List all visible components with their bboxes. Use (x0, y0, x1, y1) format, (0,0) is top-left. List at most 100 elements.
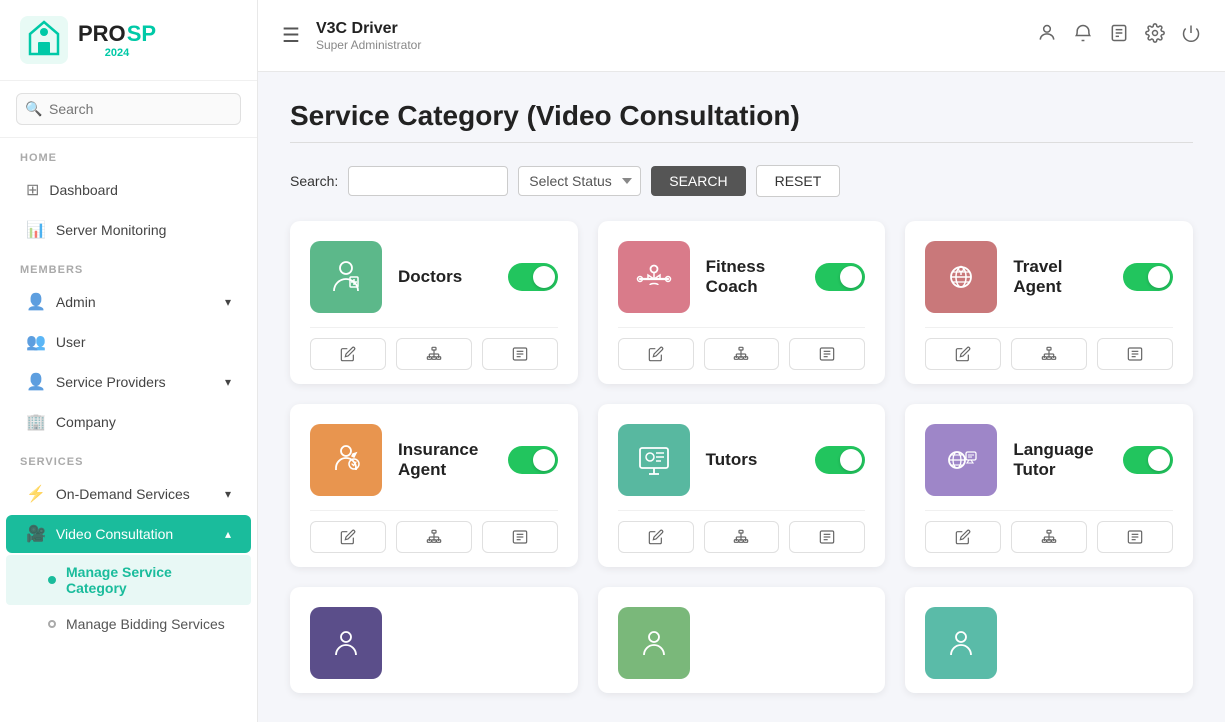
tutors-edit-btn[interactable] (618, 521, 694, 553)
user-profile-icon[interactable] (1037, 23, 1057, 48)
fitness-hierarchy-btn[interactable] (704, 338, 780, 370)
menu-icon[interactable]: ☰ (282, 23, 300, 48)
logo-pro: PRO (78, 21, 126, 47)
insurance-toggle-track (508, 446, 558, 474)
travel-icon-wrap (925, 241, 997, 313)
travel-toggle[interactable] (1123, 263, 1173, 291)
tutors-toggle-track (815, 446, 865, 474)
admin-chevron-icon: ▾ (225, 295, 231, 309)
sidebar-item-admin-label: Admin (56, 294, 96, 310)
card9-icon-wrap (925, 607, 997, 679)
fitness-toggle-knob (840, 266, 862, 288)
settings-icon[interactable] (1145, 23, 1165, 48)
insurance-toggle[interactable] (508, 446, 558, 474)
on-demand-chevron-icon: ▾ (225, 487, 231, 501)
reset-button[interactable]: RESET (756, 165, 841, 197)
card8-icon (634, 623, 674, 663)
sidebar-item-user[interactable]: 👥 User (6, 323, 251, 361)
language-icon-wrap (925, 424, 997, 496)
language-list-btn[interactable] (1097, 521, 1173, 553)
search-input[interactable] (348, 166, 508, 196)
fitness-toggle[interactable] (815, 263, 865, 291)
power-icon[interactable] (1181, 23, 1201, 48)
sidebar-item-admin[interactable]: 👤 Admin ▾ (6, 283, 251, 321)
sidebar-item-service-providers[interactable]: 👤 Service Providers ▾ (6, 363, 251, 401)
language-toggle-knob (1148, 449, 1170, 471)
video-chevron-icon: ▴ (225, 527, 231, 541)
insurance-list-btn[interactable] (482, 521, 558, 553)
logo-icon (20, 16, 68, 64)
card-tutors: Tutors (598, 404, 886, 567)
sidebar-item-company[interactable]: 🏢 Company (6, 403, 251, 441)
logo: PRO SP 2024 (0, 0, 257, 81)
tutors-icon (634, 440, 674, 480)
doctors-list-btn[interactable] (482, 338, 558, 370)
travel-edit-btn[interactable] (925, 338, 1001, 370)
sidebar-item-server-label: Server Monitoring (56, 222, 167, 238)
server-monitoring-icon: 📊 (26, 220, 46, 240)
insurance-icon (326, 440, 366, 480)
doctors-toggle[interactable] (508, 263, 558, 291)
card-language-top: Language Tutor (925, 424, 1173, 496)
notes-icon[interactable] (1109, 23, 1129, 48)
admin-icon: 👤 (26, 292, 46, 312)
insurance-hierarchy-btn[interactable] (396, 521, 472, 553)
sidebar-sub-manage-service-category[interactable]: Manage Service Category (6, 555, 251, 605)
card-language-tutor: Language Tutor (905, 404, 1193, 567)
logo-sp: SP (127, 21, 156, 47)
language-toggle[interactable] (1123, 446, 1173, 474)
language-name: Language Tutor (1013, 440, 1107, 480)
topbar: ☰ V3C Driver Super Administrator (258, 0, 1225, 72)
tutors-actions (618, 510, 866, 553)
tutors-icon-wrap (618, 424, 690, 496)
fitness-icon (634, 257, 674, 297)
sidebar-item-video-consultation[interactable]: 🎥 Video Consultation ▴ (6, 515, 251, 553)
travel-toggle-track (1123, 263, 1173, 291)
search-button[interactable]: SEARCH (651, 166, 745, 196)
travel-name: Travel Agent (1013, 257, 1107, 297)
travel-list-btn[interactable] (1097, 338, 1173, 370)
language-edit-btn[interactable] (925, 521, 1001, 553)
insurance-actions (310, 510, 558, 553)
card-8-top (618, 607, 866, 679)
sidebar: PRO SP 2024 🔍 HOME ⊞ Dashboard 📊 Server … (0, 0, 258, 722)
bidding-dot (48, 620, 56, 628)
tutors-toggle[interactable] (815, 446, 865, 474)
fitness-list-btn[interactable] (789, 338, 865, 370)
card-7-top (310, 607, 558, 679)
sidebar-search-wrapper: 🔍 (0, 81, 257, 138)
video-consultation-icon: 🎥 (26, 524, 46, 544)
language-hierarchy-btn[interactable] (1011, 521, 1087, 553)
fitness-name: Fitness Coach (706, 257, 800, 297)
logo-text: PRO SP 2024 (78, 21, 156, 59)
sidebar-search-input[interactable] (16, 93, 241, 125)
fitness-edit-btn[interactable] (618, 338, 694, 370)
card7-icon (326, 623, 366, 663)
card-insurance-agent: Insurance Agent (290, 404, 578, 567)
doctors-hierarchy-btn[interactable] (396, 338, 472, 370)
on-demand-icon: ⚡ (26, 484, 46, 504)
sidebar-item-dashboard[interactable]: ⊞ Dashboard (6, 171, 251, 209)
service-providers-chevron-icon: ▾ (225, 375, 231, 389)
sidebar-sub-manage-bidding[interactable]: Manage Bidding Services (6, 607, 251, 641)
sidebar-item-on-demand[interactable]: ⚡ On-Demand Services ▾ (6, 475, 251, 513)
sidebar-item-dashboard-label: Dashboard (49, 182, 118, 198)
language-icon (941, 440, 981, 480)
topbar-subtitle: Super Administrator (316, 38, 1021, 52)
filter-bar: Search: Select Status Active Inactive SE… (290, 165, 1193, 197)
logo-year: 2024 (78, 47, 156, 59)
insurance-edit-btn[interactable] (310, 521, 386, 553)
card8-icon-wrap (618, 607, 690, 679)
insurance-toggle-knob (533, 449, 555, 471)
status-select[interactable]: Select Status Active Inactive (518, 166, 641, 196)
service-providers-icon: 👤 (26, 372, 46, 392)
sidebar-item-company-label: Company (56, 414, 116, 430)
sidebar-item-server-monitoring[interactable]: 📊 Server Monitoring (6, 211, 251, 249)
travel-hierarchy-btn[interactable] (1011, 338, 1087, 370)
doctors-edit-btn[interactable] (310, 338, 386, 370)
alert-icon[interactable] (1073, 23, 1093, 48)
tutors-list-btn[interactable] (789, 521, 865, 553)
card-doctors-top: Doctors (310, 241, 558, 313)
sub-manage-category-label: Manage Service Category (66, 564, 231, 596)
tutors-hierarchy-btn[interactable] (704, 521, 780, 553)
